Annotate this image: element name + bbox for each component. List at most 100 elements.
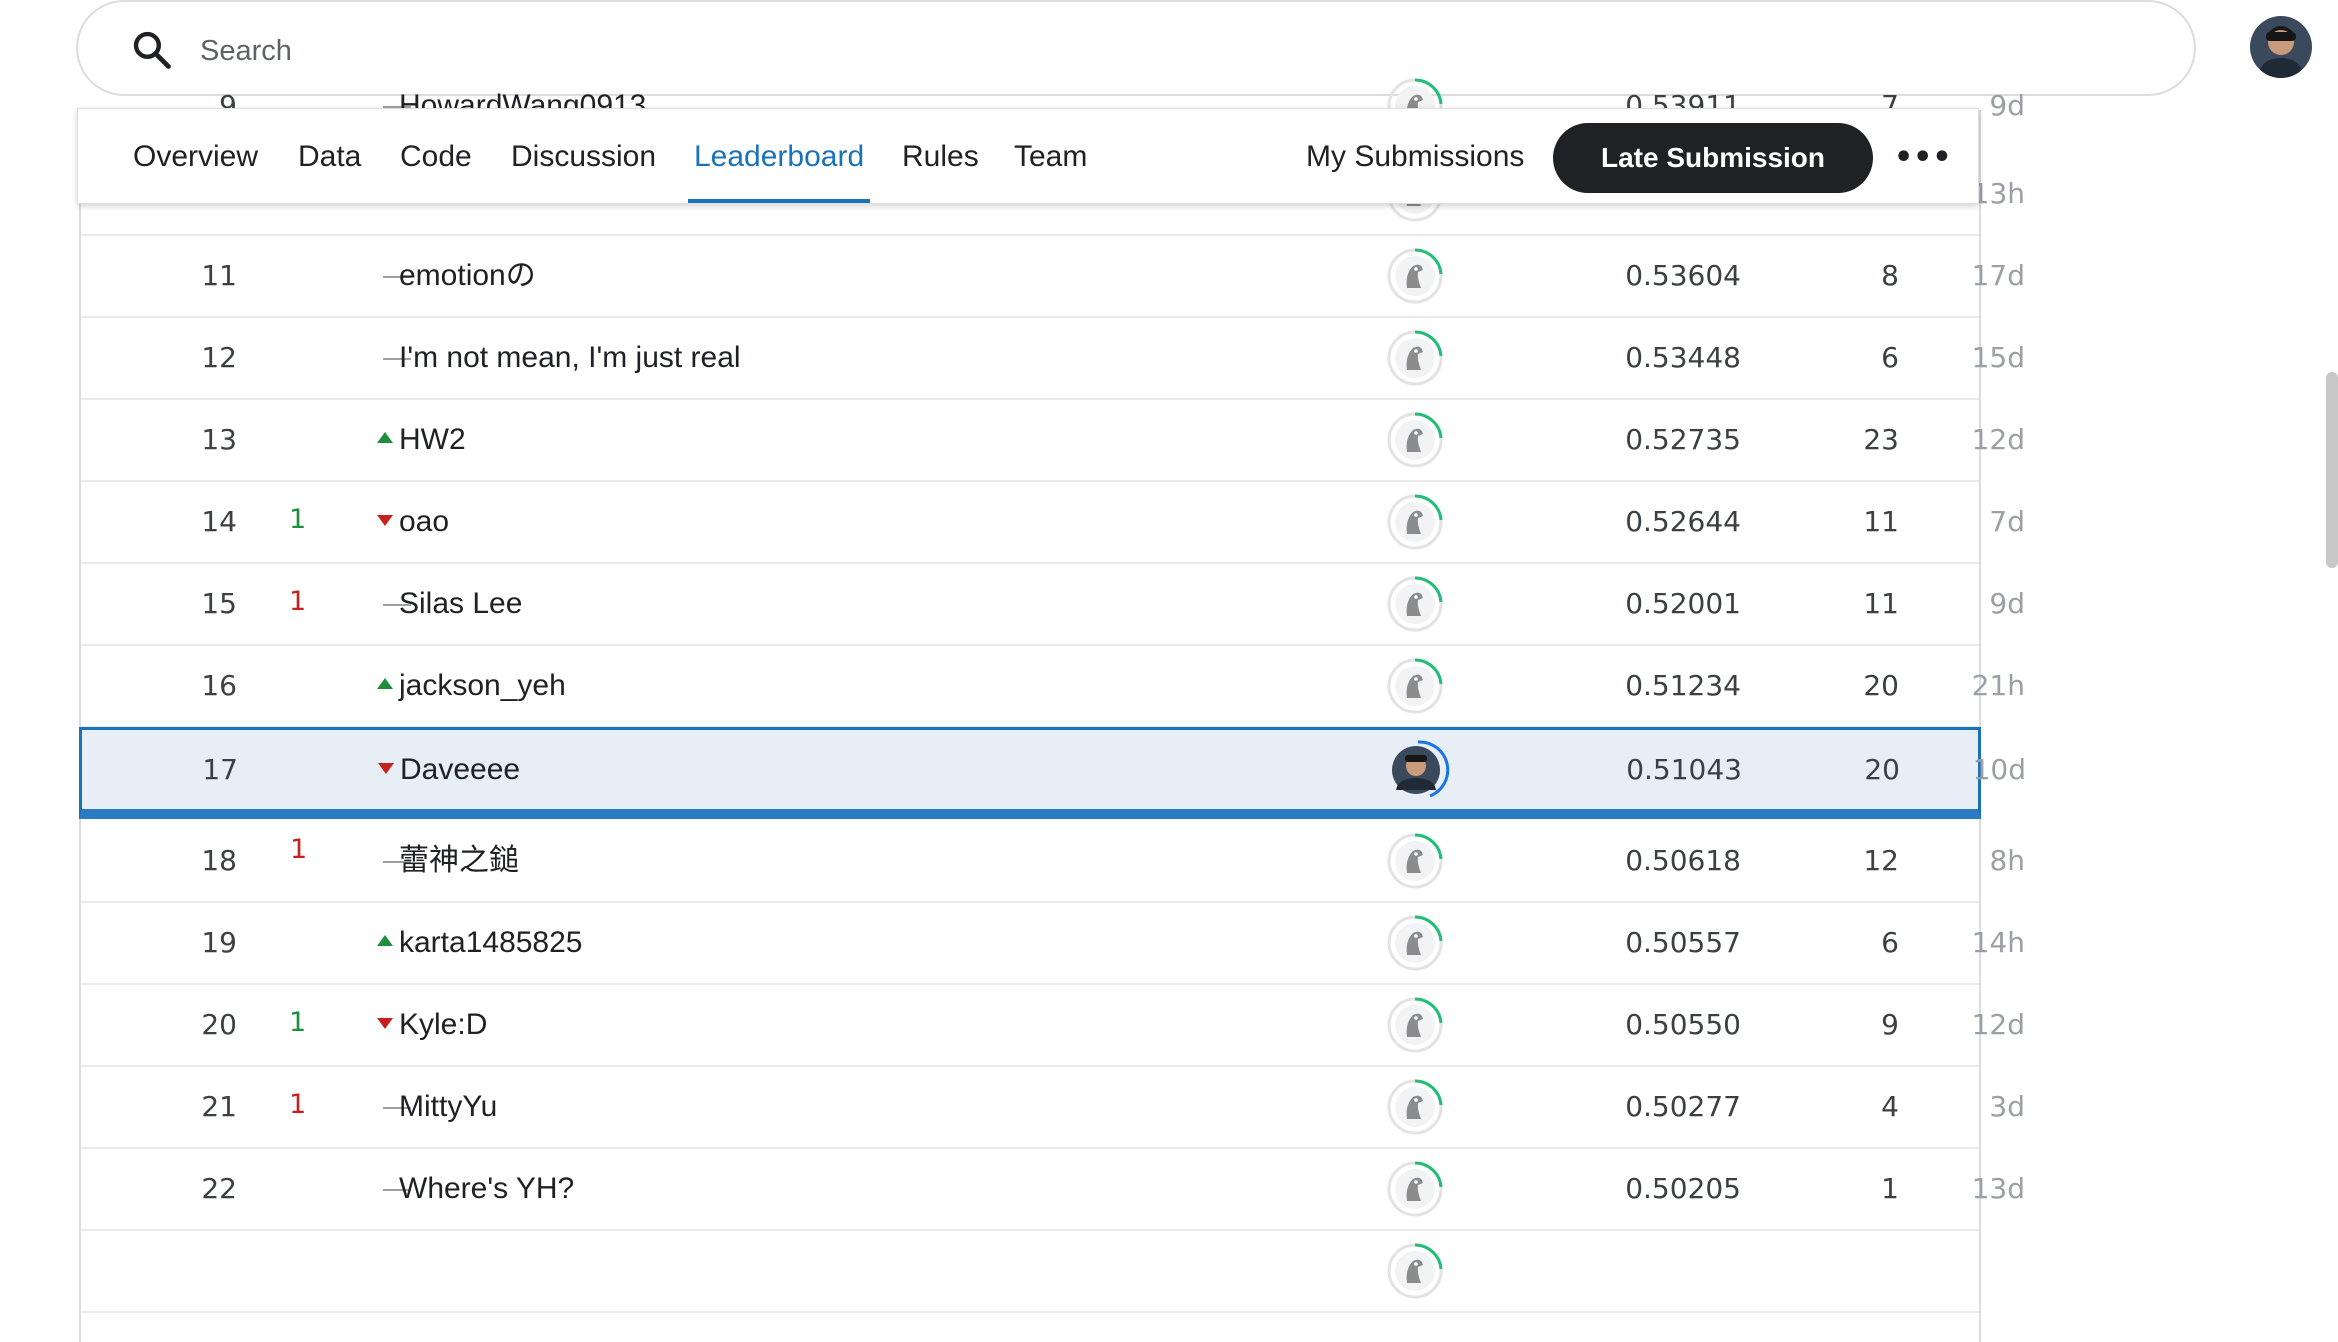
score-cell: 0.52735 (1625, 423, 1741, 456)
rank-cell: 19 (201, 926, 237, 959)
team-name[interactable]: Daveeee (400, 730, 1300, 810)
leaderboard-table: 9HowardWang09130.5391179d101090615290.53… (79, 78, 2026, 1342)
team-name[interactable]: 蕾神之鎚 (399, 821, 1299, 901)
last-submission-cell: 12d (1971, 1008, 2025, 1041)
team-avatar-icon (1387, 833, 1443, 889)
competition-tab-bar: Overview Data Code Discussion Leaderboar… (77, 108, 1979, 204)
tab-my-submissions[interactable]: My Submissions (1306, 109, 1524, 203)
score-cell: 0.52001 (1625, 587, 1741, 620)
score-cell: 0.52644 (1625, 505, 1741, 538)
team-avatar-icon (1387, 330, 1443, 386)
table-row[interactable]: 22 Where's YH? 0.50205 1 13d (81, 1149, 2025, 1231)
rank-cell: 21 (201, 1090, 237, 1123)
team-members[interactable] (1385, 236, 1449, 324)
team-name[interactable] (399, 1231, 1299, 1311)
table-row[interactable]: 15 Silas Lee 0.52001 11 9d (81, 564, 2025, 646)
team-members[interactable] (1385, 646, 1449, 734)
rank-change-cell: 1 (289, 400, 409, 535)
rank-cell: 14 (201, 505, 237, 538)
tab-data[interactable]: Data (298, 109, 361, 203)
team-name[interactable]: HW2 (399, 400, 1299, 480)
tab-overview[interactable]: Overview (133, 109, 258, 203)
team-name[interactable]: Kyle:D (399, 985, 1299, 1065)
rank-cell: 16 (201, 669, 237, 702)
team-members[interactable] (1385, 482, 1449, 570)
team-name[interactable]: jackson_yeh (399, 646, 1299, 726)
team-name[interactable]: MittyYu (399, 1067, 1299, 1147)
team-members[interactable] (1385, 400, 1449, 488)
rank-up-icon (377, 935, 393, 946)
rank-down-icon (377, 515, 393, 526)
rank-cell: 17 (202, 753, 238, 786)
last-submission-cell: 13d (1971, 1172, 2025, 1205)
table-row-current-user[interactable]: 17 1 Daveeee 0.51043 20 10d (79, 727, 2026, 865)
rank-cell: 13 (201, 423, 237, 456)
table-row[interactable]: 14 1 oao 0.52644 11 7d (81, 482, 2025, 617)
team-members[interactable] (1385, 903, 1449, 991)
table-row[interactable]: 13 1 HW2 0.52735 23 12d (81, 400, 2025, 535)
rank-down-icon (377, 1018, 393, 1029)
tab-leaderboard[interactable]: Leaderboard (687, 109, 871, 203)
score-cell: 0.51234 (1625, 669, 1741, 702)
table-row[interactable]: 11 emotionの 0.53604 8 17d (81, 236, 2025, 318)
team-avatar-icon (1387, 576, 1443, 632)
team-members[interactable] (1385, 1067, 1449, 1155)
more-options-icon[interactable]: ••• (1894, 131, 1952, 185)
last-submission-cell: 8h (1989, 844, 2025, 877)
rank-cell: 22 (201, 1172, 237, 1205)
rank-up-icon (377, 678, 393, 689)
rank-cell: 18 (201, 844, 237, 877)
team-members[interactable] (1385, 985, 1449, 1073)
score-cell: 0.50277 (1625, 1090, 1741, 1123)
score-cell: 0.53604 (1625, 259, 1741, 292)
team-name[interactable]: I'm not mean, I'm just real (399, 318, 1299, 398)
user-avatar-image (2250, 16, 2312, 78)
rank-change-cell (289, 318, 411, 398)
rank-cell: 15 (201, 587, 237, 620)
team-members[interactable] (1385, 1149, 1449, 1237)
team-name[interactable]: emotionの (399, 236, 1299, 316)
rank-cell (161, 1231, 237, 1311)
last-submission-cell: 15d (1971, 341, 2025, 374)
team-name[interactable]: Silas Lee (399, 564, 1299, 644)
team-name[interactable]: oao (399, 482, 1299, 562)
team-avatar-icon (1387, 997, 1443, 1053)
team-members[interactable] (1385, 1231, 1449, 1319)
tab-team[interactable]: Team (1014, 109, 1087, 203)
team-members[interactable] (1385, 821, 1449, 909)
rank-cell: 11 (201, 259, 237, 292)
user-avatar[interactable] (2250, 16, 2312, 78)
rank-up-icon (377, 432, 393, 443)
team-members[interactable] (1386, 730, 1450, 818)
team-members[interactable] (1385, 318, 1449, 406)
team-avatar-icon (1387, 658, 1443, 714)
table-row[interactable] (81, 1231, 1979, 1313)
table-row[interactable]: 19 1 karta1485825 0.50557 6 14h (81, 903, 2025, 1038)
table-row[interactable]: 18 蕾神之鎚 0.50618 12 8h (81, 821, 2025, 903)
table-row[interactable]: 21 MittyYu 0.50277 4 3d (81, 1067, 2025, 1149)
scrollbar-thumb[interactable] (2326, 372, 2338, 568)
tab-rules[interactable]: Rules (902, 109, 979, 203)
rank-down-icon (378, 763, 394, 774)
team-avatar-icon (1387, 1243, 1443, 1299)
table-row[interactable]: 12 I'm not mean, I'm just real 0.53448 6 15d (81, 318, 2025, 400)
rank-change-cell (289, 1067, 411, 1147)
team-members[interactable] (1385, 564, 1449, 652)
last-submission-cell: 21h (1971, 669, 2025, 702)
team-name[interactable]: Where's YH? (399, 1149, 1299, 1229)
tab-code[interactable]: Code (400, 109, 472, 203)
score-cell: 0.51043 (1626, 753, 1742, 786)
last-submission-cell: 10d (1972, 753, 2026, 786)
last-submission-cell: 3d (1989, 1090, 2025, 1123)
table-row[interactable]: 161jackson_yeh0.512342021h (81, 646, 2025, 781)
table-row[interactable]: 20 1 Kyle:D 0.50550 9 12d (81, 985, 2025, 1120)
team-name[interactable]: karta1485825 (399, 903, 1299, 983)
tab-discussion[interactable]: Discussion (511, 109, 656, 203)
late-submission-button[interactable]: Late Submission (1553, 123, 1873, 193)
rank-change-cell (289, 1149, 411, 1229)
rank-change-cell (289, 236, 411, 316)
team-avatar-icon (1387, 494, 1443, 550)
rank-change-cell: 1 (290, 730, 410, 865)
last-submission-cell: 17d (1971, 259, 2025, 292)
last-submission-cell: 12d (1971, 423, 2025, 456)
